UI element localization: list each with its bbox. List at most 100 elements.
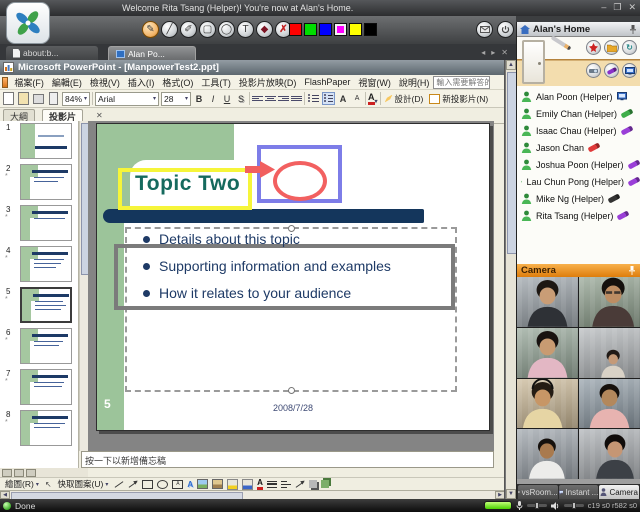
italic-button[interactable]: I <box>207 92 219 105</box>
decrease-font-button[interactable]: A <box>351 92 363 105</box>
mic-volume-slider[interactable] <box>527 504 547 507</box>
draw-menu-button[interactable]: 繪圖(R) ▾ <box>3 478 41 490</box>
slide-thumbnail-2[interactable]: 2 * <box>0 162 78 203</box>
participant-row[interactable]: Emily Chan (Helper) <box>517 105 640 122</box>
bullets-button[interactable] <box>322 92 335 105</box>
close-icon[interactable]: ✕ <box>628 2 636 13</box>
participant-row[interactable]: Alan Poon (Helper) <box>517 88 640 105</box>
menu-flashpaper[interactable]: FlashPaper <box>300 77 354 87</box>
increase-font-button[interactable]: A <box>337 92 349 105</box>
pen-mode-button[interactable] <box>604 63 619 78</box>
new-slide-button[interactable]: 新投影片(N) <box>427 93 490 105</box>
zoom-combo[interactable]: 84% ▾ <box>62 92 90 106</box>
participant-row[interactable]: Isaac Chau (Helper) <box>517 122 640 139</box>
camera-feed[interactable] <box>517 328 578 378</box>
shadow-button[interactable]: S <box>235 92 247 105</box>
menu-help[interactable]: 說明(H) <box>395 76 434 89</box>
slide-canvas[interactable]: Topic Two Details about this topic <box>96 123 490 431</box>
menu-window[interactable]: 視窗(W) <box>354 76 395 89</box>
textbox-button[interactable]: A <box>172 480 183 489</box>
tab-close-icon[interactable]: ✕ <box>501 48 508 57</box>
align-center-button[interactable] <box>265 93 276 104</box>
page-scrollbar[interactable]: ▲ ▼ <box>505 60 516 499</box>
copy-button[interactable] <box>47 92 60 105</box>
color-swatch-yellow[interactable] <box>349 23 362 36</box>
menu-tools[interactable]: 工具(T) <box>197 76 235 89</box>
tab-about-blank[interactable]: about:b... <box>6 46 98 60</box>
threed-style-button[interactable] <box>321 480 329 488</box>
slide-thumbnail-1[interactable]: 1 <box>0 121 78 162</box>
wordart-button[interactable]: A <box>187 480 193 489</box>
color-swatch-red[interactable] <box>289 23 302 36</box>
tab-vsroom[interactable]: vsRoom... <box>518 485 558 499</box>
slide-sorter-view-button[interactable] <box>14 469 24 477</box>
participant-row[interactable]: Joshua Poon (Helper) <box>517 156 640 173</box>
power-button[interactable] <box>497 21 514 38</box>
line-color-button[interactable] <box>242 479 253 490</box>
participant-row[interactable]: Jason Chan <box>517 139 640 156</box>
menu-format[interactable]: 格式(O) <box>158 76 197 89</box>
slide-thumbnail-5-selected[interactable]: 5 * <box>0 285 78 326</box>
document-restore-icon[interactable] <box>2 77 8 88</box>
slide-thumbnail-8[interactable]: 8 * <box>0 408 78 449</box>
rectangle-tool-button[interactable]: ▢ <box>199 21 216 38</box>
horizontal-scrollbar[interactable]: ◀ ▶ <box>0 490 505 499</box>
arrow-style-button[interactable] <box>296 481 305 488</box>
clipart-button[interactable] <box>197 479 208 489</box>
tab-alan-powerpoint[interactable]: Alan Po... <box>108 46 196 60</box>
pen-tool-button[interactable]: ✐ <box>180 21 197 38</box>
bold-button[interactable]: B <box>193 92 205 105</box>
autoshapes-menu-button[interactable]: 快取圖案(U) ▾ <box>56 478 111 490</box>
camera-feed[interactable] <box>579 429 640 479</box>
pane-close-icon[interactable]: ✕ <box>96 111 103 120</box>
mail-button[interactable] <box>476 21 493 38</box>
refresh-button[interactable]: ↻ <box>622 40 637 55</box>
dash-style-button[interactable] <box>281 481 291 488</box>
scroll-left-icon[interactable]: ◀ <box>0 491 10 499</box>
menu-view[interactable]: 檢視(V) <box>86 76 124 89</box>
maximize-icon[interactable]: ❐ <box>613 2 621 13</box>
color-swatch-green[interactable] <box>304 23 317 36</box>
scroll-up-icon[interactable]: ▲ <box>506 60 516 70</box>
alert-button[interactable] <box>586 40 601 55</box>
minimize-icon[interactable]: – <box>601 2 606 13</box>
tab-back-icon[interactable]: ◂ <box>481 48 485 57</box>
picture-button[interactable] <box>212 479 223 489</box>
screen-share-button[interactable] <box>622 63 637 78</box>
text-tool-button[interactable]: T <box>237 21 254 38</box>
align-right-button[interactable] <box>278 93 289 104</box>
line-style-button[interactable] <box>267 481 277 488</box>
participant-row[interactable]: Mike Ng (Helper) <box>517 190 640 207</box>
menu-edit[interactable]: 編輯(E) <box>48 76 86 89</box>
slide-thumbnail-6[interactable]: 6 * <box>0 326 78 367</box>
scrollbar-thumb[interactable] <box>11 492 243 499</box>
stamp-tool-button[interactable]: ◆ <box>256 21 273 38</box>
line-shape-button[interactable] <box>115 481 124 488</box>
camera-feed[interactable] <box>517 379 578 429</box>
font-name-combo[interactable]: Arial ▾ <box>95 92 159 106</box>
camera-feed[interactable] <box>579 277 640 327</box>
color-swatch-black[interactable] <box>364 23 377 36</box>
projector-button[interactable] <box>586 63 601 78</box>
scroll-down-icon[interactable]: ▼ <box>506 489 516 499</box>
speaker-volume-slider[interactable] <box>564 504 584 507</box>
justify-button[interactable] <box>291 93 302 104</box>
oval-shape-button[interactable] <box>157 480 168 489</box>
shadow-style-button[interactable] <box>309 480 317 488</box>
align-left-button[interactable] <box>252 93 263 104</box>
participant-row[interactable]: Rita Tsang (Helper) <box>517 207 640 224</box>
tab-camera[interactable]: Camera <box>599 485 639 499</box>
normal-view-button[interactable] <box>2 469 12 477</box>
notes-pane[interactable]: 按一下以新增備忘稿 <box>81 451 494 468</box>
scroll-right-icon[interactable]: ▶ <box>495 491 505 499</box>
slide-design-button[interactable]: 設計(D) <box>383 93 426 105</box>
slide-thumbnail-4[interactable]: 4 * <box>0 244 78 285</box>
camera-feed[interactable] <box>579 328 640 378</box>
highlighter-tool-button[interactable]: ✎ <box>142 21 159 38</box>
camera-feed[interactable] <box>517 429 578 479</box>
underline-button[interactable]: U <box>221 92 233 105</box>
menu-insert[interactable]: 插入(I) <box>124 76 159 89</box>
speaker-icon[interactable] <box>551 502 560 510</box>
arrow-shape-button[interactable] <box>129 481 138 488</box>
camera-feed[interactable] <box>517 277 578 327</box>
